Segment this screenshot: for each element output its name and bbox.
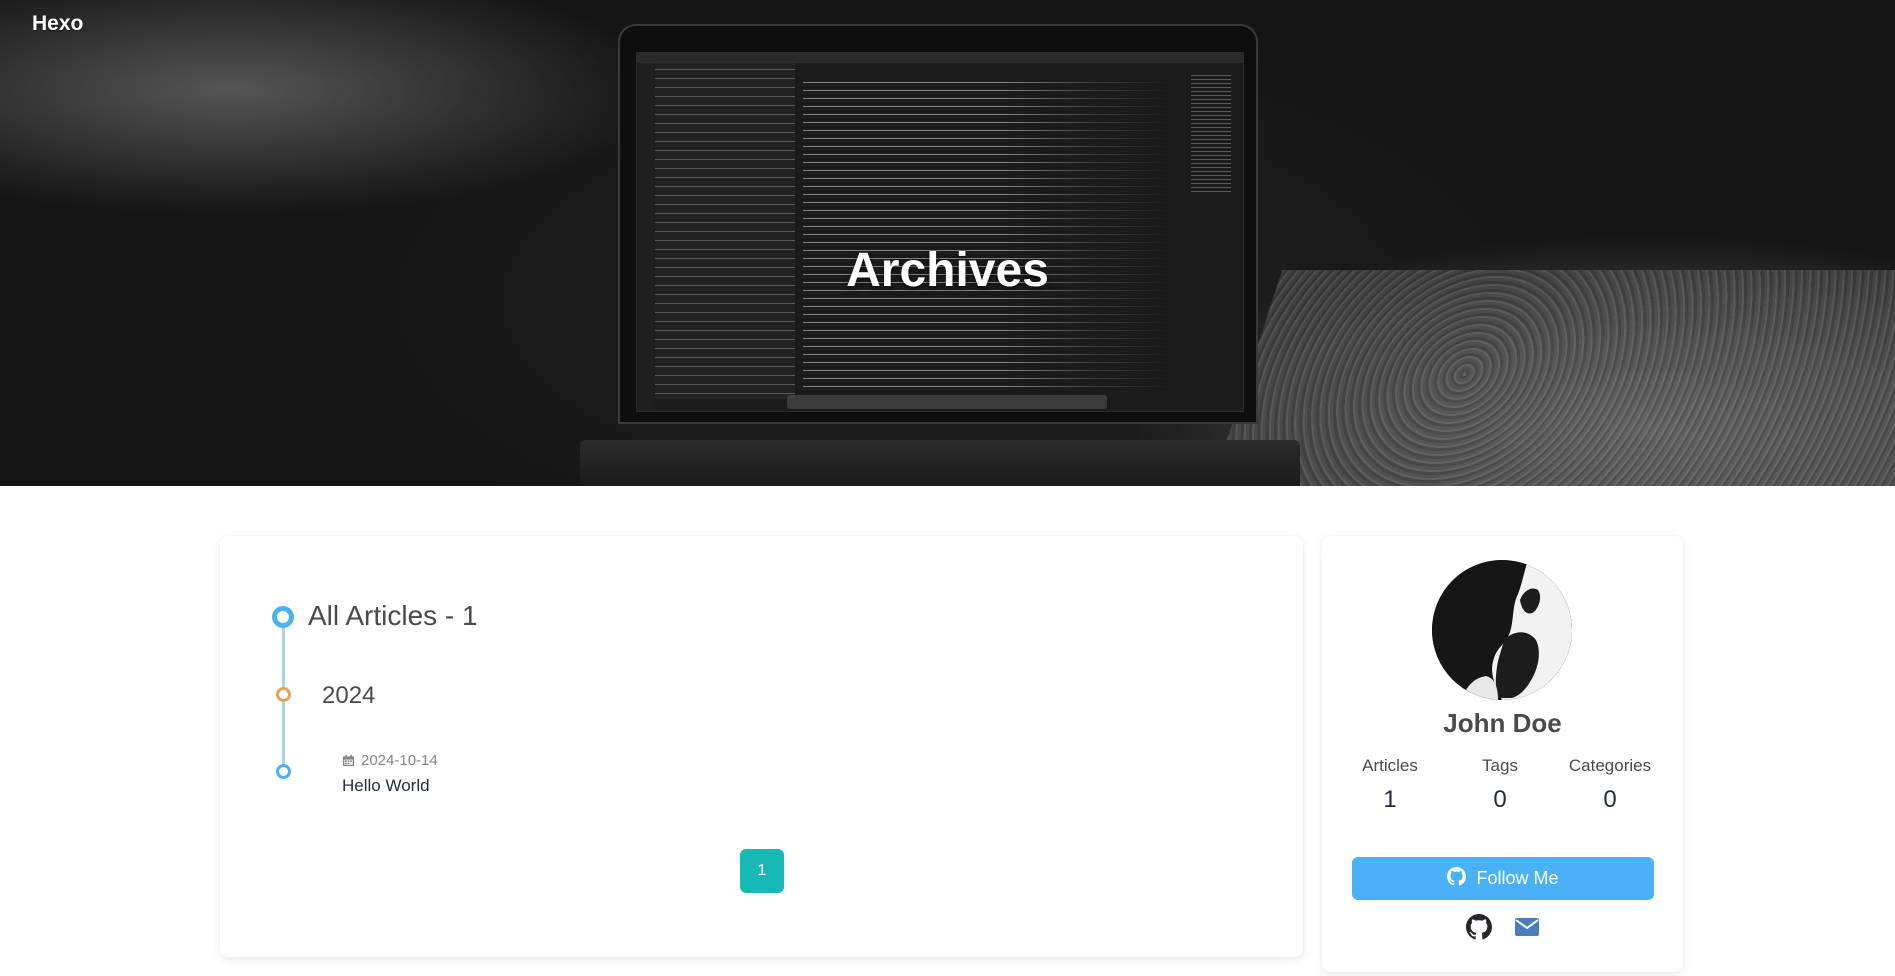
stat-articles[interactable]: Articles 1 [1340, 756, 1440, 814]
calendar-icon [342, 754, 355, 767]
archive-card: All Articles - 1 2024 2024-10-14 Hello W… [220, 536, 1303, 957]
stat-label: Tags [1482, 756, 1518, 775]
post-date-text: 2024-10-14 [361, 752, 438, 769]
post-date: 2024-10-14 [342, 752, 438, 769]
author-info-card: John Doe Articles 1 Tags 0 Categories 0 … [1322, 536, 1683, 972]
site-name-link[interactable]: Hexo [32, 12, 83, 36]
page-title: Archives [846, 244, 1049, 297]
follow-me-button[interactable]: Follow Me [1352, 857, 1654, 900]
timeline-post-dot [276, 764, 291, 779]
stat-value: 0 [1493, 786, 1507, 813]
banner-laptop-image [618, 24, 1258, 424]
main-layout: All Articles - 1 2024 2024-10-14 Hello W… [0, 486, 1895, 976]
stat-categories[interactable]: Categories 0 [1560, 756, 1660, 814]
github-icon[interactable] [1465, 914, 1492, 940]
laptop-base [580, 440, 1300, 486]
stat-tags[interactable]: Tags 0 [1450, 756, 1550, 814]
stat-label: Categories [1568, 756, 1652, 775]
envelope-icon[interactable] [1514, 914, 1540, 940]
laptop-screen [636, 52, 1244, 412]
github-icon [1447, 866, 1467, 891]
follow-me-label: Follow Me [1476, 868, 1559, 888]
page-header-banner: Hexo Archives [0, 0, 1895, 486]
stat-label: Articles [1362, 756, 1418, 775]
timeline-heading-dot [272, 606, 294, 628]
timeline-year-dot [276, 687, 291, 702]
banner-background-texture [1197, 270, 1895, 486]
avatar [1432, 560, 1572, 700]
stat-value: 0 [1603, 786, 1617, 813]
archive-year: 2024 [322, 682, 376, 709]
stat-value: 1 [1383, 786, 1397, 813]
author-stats: Articles 1 Tags 0 Categories 0 [1340, 756, 1660, 814]
archive-heading: All Articles - 1 [308, 600, 478, 631]
post-title-link[interactable]: Hello World [342, 776, 430, 796]
social-links [1322, 914, 1683, 940]
pagination-page-current[interactable]: 1 [740, 849, 784, 893]
author-name: John Doe [1443, 708, 1562, 738]
